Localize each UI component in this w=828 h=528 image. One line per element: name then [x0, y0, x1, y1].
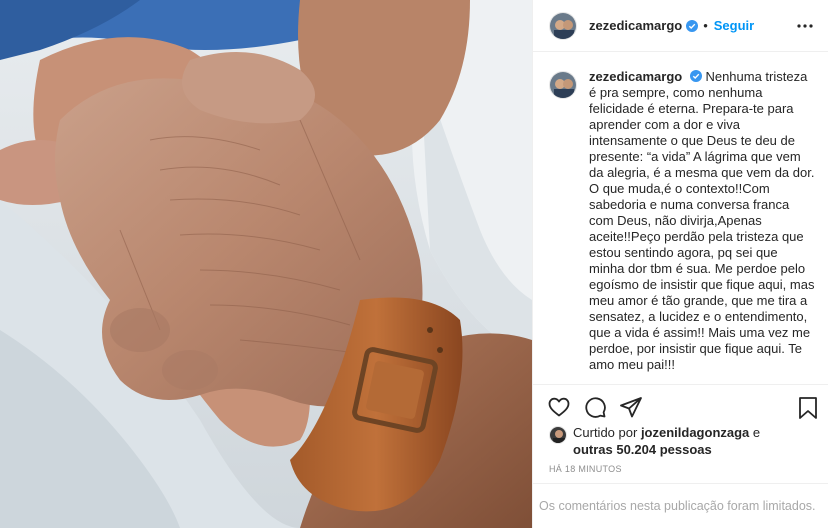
- avatar-image: [550, 12, 576, 39]
- likes-text: Curtido por jozenildagonzaga e outras 50…: [573, 424, 760, 458]
- post-side-panel: zezedicamargo • Seguir zezedicamargo Nen…: [532, 0, 828, 528]
- comments-limited-notice: Os comentários nesta publicação foram li…: [533, 483, 828, 528]
- verified-badge-icon: [686, 19, 699, 32]
- liker-avatar[interactable]: [549, 426, 567, 444]
- caption-username[interactable]: zezedicamargo: [589, 69, 682, 84]
- likes-summary: Curtido por jozenildagonzaga e outras 50…: [549, 424, 819, 458]
- liker-username[interactable]: jozenildagonzaga: [641, 425, 749, 440]
- likes-count[interactable]: outras 50.204 pessoas: [573, 442, 712, 457]
- post-timestamp[interactable]: HÁ 18 MINUTOS: [549, 464, 622, 474]
- post-caption: zezedicamargo Nenhuma tristeza é pra sem…: [589, 69, 815, 384]
- caption-area: zezedicamargo Nenhuma tristeza é pra sem…: [533, 53, 828, 384]
- liker-avatar-image: [550, 427, 566, 443]
- share-icon[interactable]: [619, 395, 643, 419]
- separator-dot: •: [703, 18, 708, 33]
- follow-button[interactable]: Seguir: [714, 18, 754, 33]
- heart-icon[interactable]: [547, 395, 571, 419]
- caption-text: Nenhuma tristeza é pra sempre, como nenh…: [589, 69, 815, 372]
- verified-badge-icon: [689, 70, 702, 82]
- post-header: zezedicamargo • Seguir: [533, 0, 828, 52]
- avatar-image: [550, 72, 576, 98]
- comment-icon[interactable]: [583, 395, 607, 419]
- instagram-post: zezedicamargo • Seguir zezedicamargo Nen…: [0, 0, 828, 528]
- likes-prefix: Curtido por: [573, 425, 638, 440]
- caption-author-avatar[interactable]: [549, 71, 577, 99]
- holding-hands-photo: [0, 0, 532, 528]
- post-photo[interactable]: [0, 0, 532, 528]
- more-options-icon[interactable]: [795, 16, 815, 36]
- likes-conjunction: e: [752, 425, 761, 440]
- author-avatar[interactable]: [549, 11, 577, 40]
- bookmark-icon[interactable]: [797, 396, 819, 420]
- author-username[interactable]: zezedicamargo: [589, 18, 682, 33]
